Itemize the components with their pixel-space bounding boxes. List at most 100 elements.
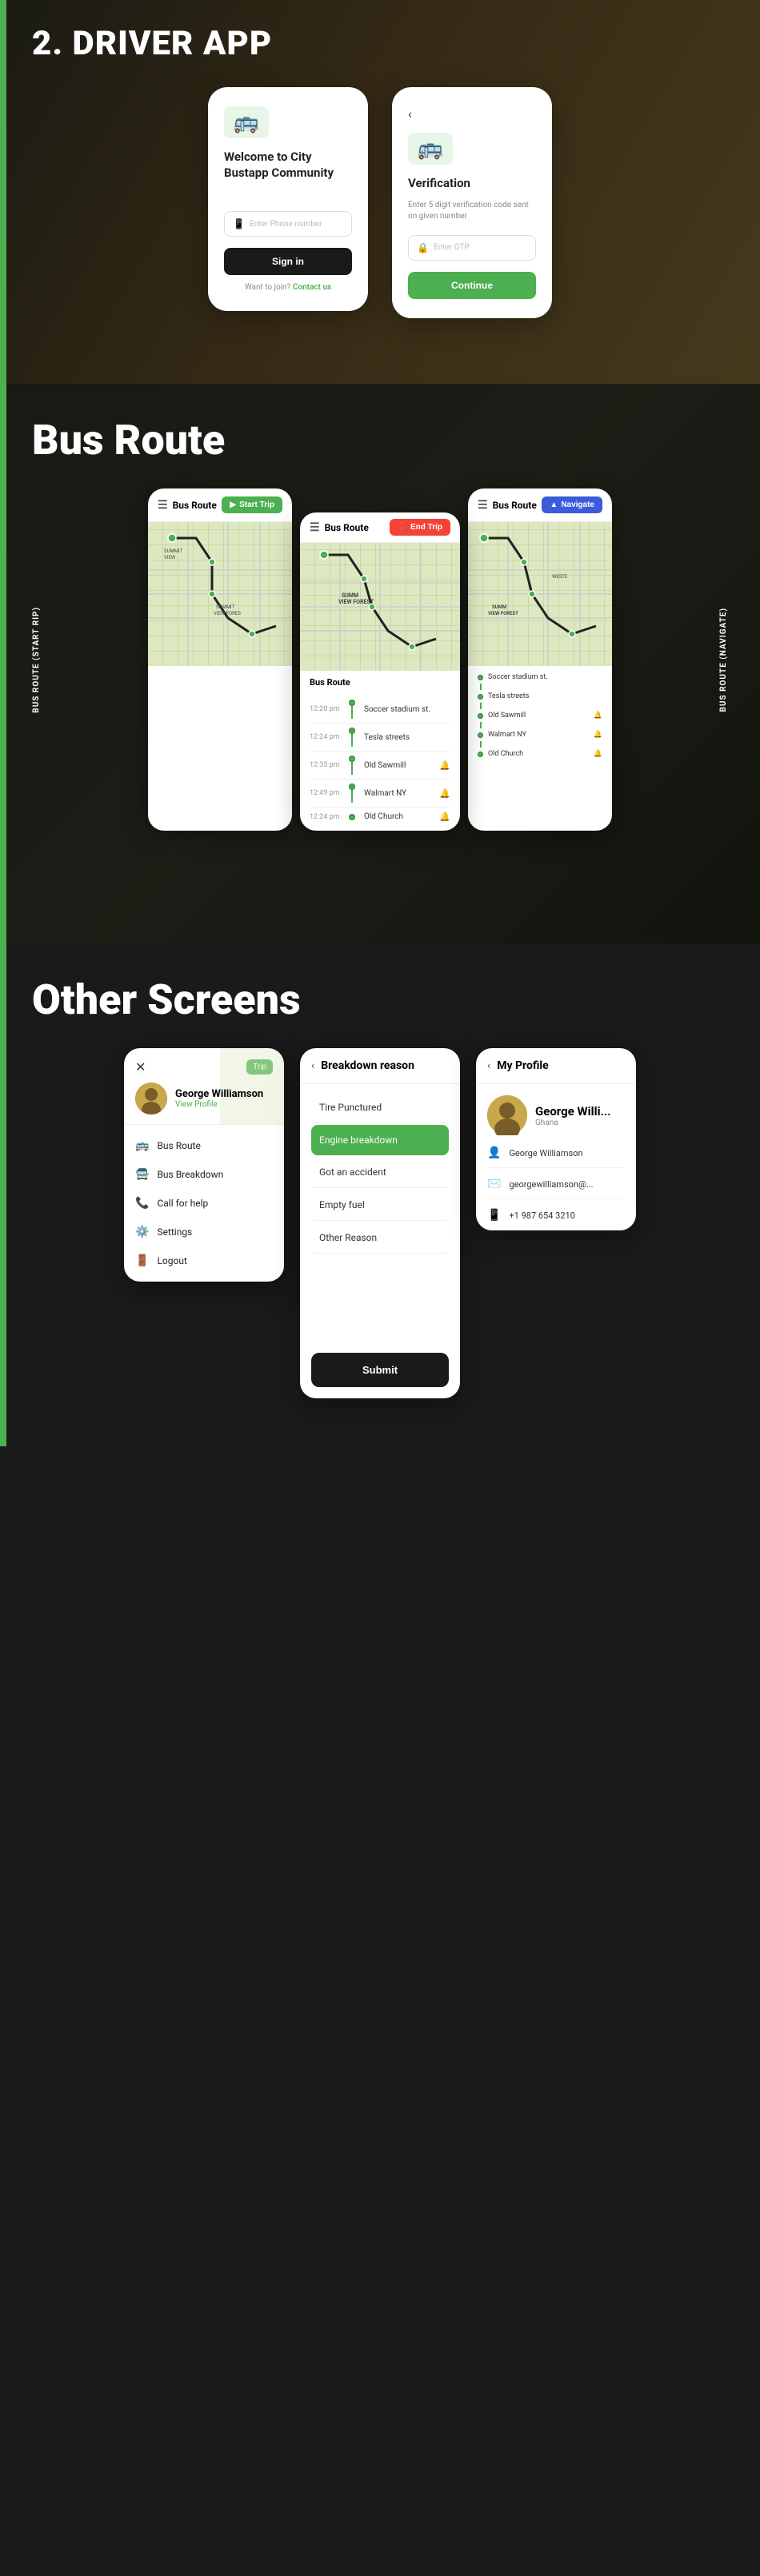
mini-bell-2[interactable]: 🔔	[594, 731, 602, 739]
menu-item-bus-route[interactable]: 🚌 Bus Route	[124, 1131, 284, 1160]
svg-text:VIEW FOREST: VIEW FOREST	[338, 599, 374, 605]
profile-driver-name: George Willi...	[535, 1104, 611, 1119]
svg-text:VIEW: VIEW	[164, 555, 176, 560]
breakdown-opt-engine[interactable]: Engine breakdown	[311, 1125, 449, 1155]
mini-bell-3[interactable]: 🔔	[594, 750, 602, 758]
navigate-arrow-icon: ▲	[550, 500, 558, 509]
otp-icon: 🔒	[417, 242, 429, 253]
bell-icon-3[interactable]: 🔔	[439, 811, 450, 822]
route-name-2: Bus Route	[325, 522, 369, 533]
end-trip-map: SUMM VIEW FOREST	[300, 543, 460, 671]
svg-text:SUMMIT: SUMMIT	[216, 604, 234, 610]
navigate-button[interactable]: ▲ Navigate	[542, 496, 602, 513]
profile-name-detail: George Williamson	[509, 1148, 582, 1158]
menu-profile-row: George Williamson View Profile	[124, 1083, 284, 1124]
menu-driver-name: George Williamson	[175, 1088, 263, 1100]
mini-stop-3: Old Sawmill 🔔	[478, 709, 602, 722]
navigate-map: SUMM VIEW FOREST WESTE	[468, 522, 612, 666]
other-screens-row: ✕ Trip George Williamson V	[32, 1048, 728, 1398]
svg-text:SUMM: SUMM	[492, 604, 506, 610]
bus-route-title: Bus Route	[32, 416, 728, 465]
menu-bus-route-label: Bus Route	[157, 1140, 200, 1151]
start-arrow-icon: ▶	[230, 500, 236, 509]
profile-detail-name: 👤 George Williamson	[487, 1146, 625, 1168]
navigate-header: ☰ Bus Route ▲ Navigate	[468, 488, 612, 522]
contact-link[interactable]: Contact us	[293, 283, 331, 292]
menu-settings-label: Settings	[157, 1226, 192, 1238]
menu-view-profile[interactable]: View Profile	[175, 1100, 263, 1109]
menu-trip-button[interactable]: Trip	[246, 1059, 273, 1075]
driver-app-title: 2. DRIVER APP	[32, 24, 728, 63]
menu-avatar	[135, 1083, 167, 1115]
start-trip-phone: ☰ Bus Route ▶ Start Trip	[148, 488, 292, 831]
other-green-bar	[0, 943, 6, 1446]
hamburger-icon-2[interactable]: ☰	[310, 521, 320, 534]
menu-item-bus-breakdown[interactable]: 🚍 Bus Breakdown	[124, 1160, 284, 1189]
breakdown-opt-tire[interactable]: Tire Punctured	[311, 1092, 449, 1123]
profile-phone-detail: +1 987 654 3210	[509, 1210, 574, 1221]
close-icon[interactable]: ✕	[135, 1059, 146, 1075]
back-arrow[interactable]: ‹	[408, 106, 536, 122]
logout-icon: 🚪	[135, 1254, 149, 1267]
verification-subtitle: Enter 5 digit verification code sent on …	[408, 200, 536, 222]
breakdown-phone: ‹ Breakdown reason Tire Punctured Engine…	[300, 1048, 460, 1398]
mini-bell-1[interactable]: 🔔	[594, 712, 602, 720]
menu-phone: ✕ Trip George Williamson V	[124, 1048, 284, 1282]
hamburger-icon-3[interactable]: ☰	[478, 499, 488, 512]
svg-text:SUMM: SUMM	[342, 592, 358, 599]
menu-call-help-label: Call for help	[157, 1198, 208, 1209]
breakdown-back-icon[interactable]: ‹	[311, 1059, 314, 1072]
mini-stop-2: Tesla streets	[478, 690, 602, 703]
stop-item-4: 12:49 pm Walmart NY 🔔	[310, 780, 450, 807]
signin-button[interactable]: Sign in	[224, 248, 352, 275]
stop-item-2: 12:24 pm Tesla streets	[310, 724, 450, 752]
verification-title: Verification	[408, 176, 536, 192]
breakdown-opt-accident[interactable]: Got an accident	[311, 1157, 449, 1188]
hamburger-icon[interactable]: ☰	[158, 499, 168, 512]
bell-icon-1[interactable]: 🔔	[439, 760, 450, 771]
svg-text:VIEW FOREST: VIEW FOREST	[488, 611, 518, 616]
bus-breakdown-icon: 🚍	[135, 1168, 149, 1181]
breakdown-header: ‹ Breakdown reason	[300, 1048, 460, 1084]
svg-text:SUMMIT: SUMMIT	[164, 548, 182, 554]
phone-input-display[interactable]: 📱 Enter Phone number	[224, 211, 352, 237]
end-pin-icon: 📍	[398, 523, 407, 532]
profile-avatar	[487, 1095, 527, 1135]
right-vertical-label: Bus route (Navigate)	[719, 600, 728, 720]
other-screens-section: Other Screens ✕ Trip	[0, 943, 760, 1446]
start-trip-button[interactable]: ▶ Start Trip	[222, 496, 282, 513]
continue-button[interactable]: Continue	[408, 272, 536, 299]
navigate-phone: ☰ Bus Route ▲ Navigate	[468, 488, 612, 831]
bell-icon-2[interactable]: 🔔	[439, 788, 450, 799]
stop-item-1: 12:20 pm Soccer stadium st.	[310, 696, 450, 724]
menu-item-settings[interactable]: ⚙️ Settings	[124, 1218, 284, 1246]
left-vertical-label: Bus Route (Start rip)	[32, 599, 41, 721]
login-phone-card: 🚌 Welcome to City Bustapp Community 📱 En…	[208, 87, 368, 311]
stop-list: 12:20 pm Soccer stadium st. 12:24 pm	[300, 691, 460, 831]
submit-button[interactable]: Submit	[311, 1353, 449, 1387]
profile-email-detail: georgewilliamson@...	[509, 1179, 593, 1190]
end-trip-button[interactable]: 📍 End Trip	[390, 519, 450, 536]
menu-item-call-help[interactable]: 📞 Call for help	[124, 1189, 284, 1218]
bus-route-green-bar	[0, 384, 6, 943]
route-name-1: Bus Route	[173, 500, 217, 511]
route-name-3: Bus Route	[493, 500, 537, 511]
stop-item-5: 12:24 pm Old Church 🔔	[310, 807, 450, 826]
profile-detail-phone: 📱 +1 987 654 3210	[487, 1209, 625, 1230]
otp-placeholder: Enter OTP	[434, 243, 470, 252]
profile-status: Ghana	[535, 1119, 611, 1127]
profile-phone: ‹ My Profile George Willi... Ghana	[476, 1048, 636, 1230]
profile-back-icon[interactable]: ‹	[487, 1059, 490, 1072]
welcome-text: Welcome to City Bustapp Community	[224, 150, 352, 181]
otp-input-display[interactable]: 🔒 Enter OTP	[408, 235, 536, 261]
menu-item-logout[interactable]: 🚪 Logout	[124, 1246, 284, 1275]
breakdown-opt-other[interactable]: Other Reason	[311, 1222, 449, 1254]
verify-bus-icon: 🚌	[408, 133, 453, 165]
stop-item-3: 12:35 pm Old Sawmill 🔔	[310, 752, 450, 780]
settings-icon: ⚙️	[135, 1226, 149, 1238]
start-trip-map: SUMMIT VIEW SUMMIT VIEW FORES	[148, 522, 292, 666]
breakdown-opt-fuel[interactable]: Empty fuel	[311, 1190, 449, 1221]
login-screens-row: 🚌 Welcome to City Bustapp Community 📱 En…	[32, 87, 728, 318]
breakdown-options: Tire Punctured Engine breakdown Got an a…	[300, 1084, 460, 1262]
svg-text:WESTE: WESTE	[552, 574, 568, 580]
